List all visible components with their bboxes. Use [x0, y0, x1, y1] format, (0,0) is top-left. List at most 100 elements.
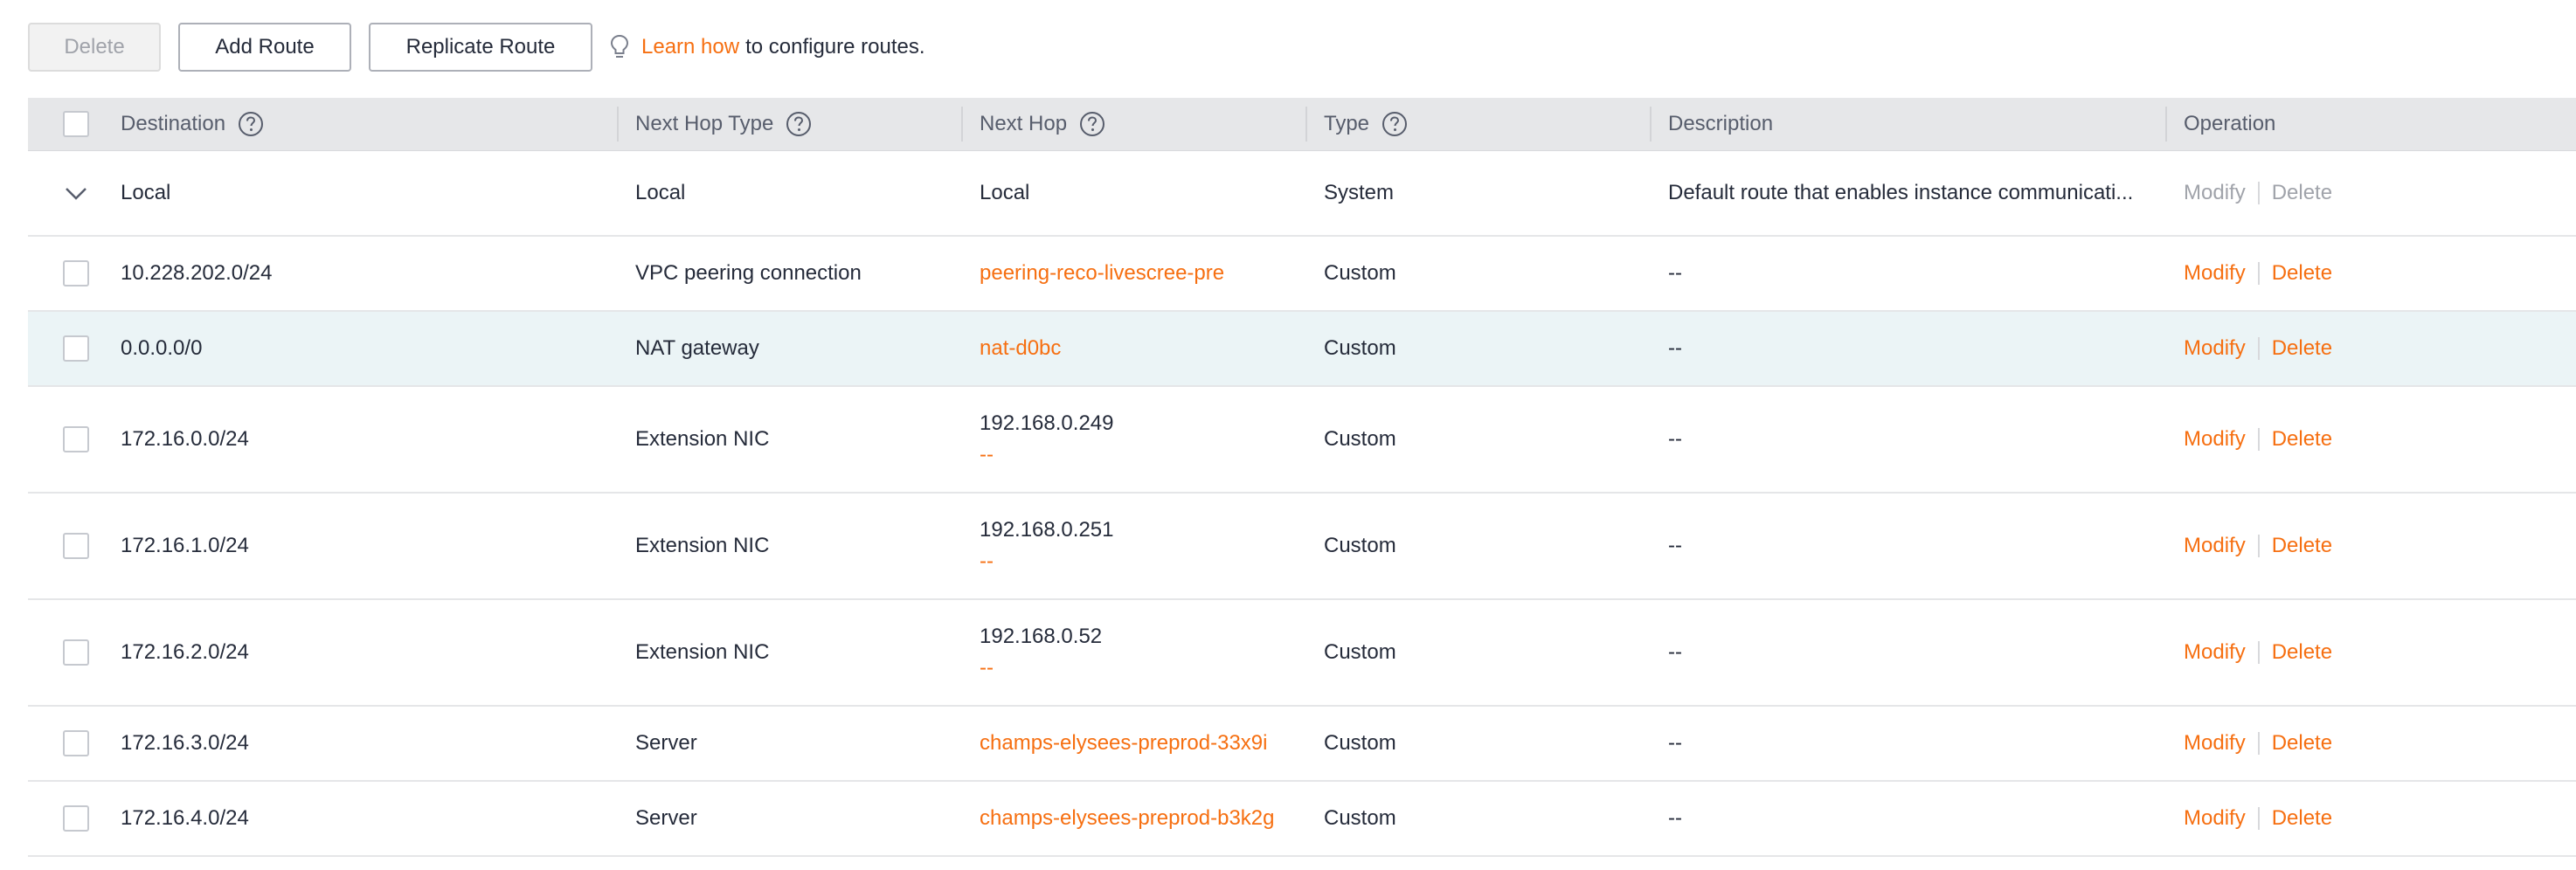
- destination-cell: Local: [121, 181, 171, 204]
- table-row: 172.16.0.0/24 Extension NIC 192.168.0.24…: [28, 387, 2576, 494]
- operation-cell: Modify Delete: [2184, 151, 2332, 235]
- table-row: 172.16.1.0/24 Extension NIC 192.168.0.25…: [28, 494, 2576, 600]
- replicate-route-button[interactable]: Replicate Route: [369, 23, 592, 72]
- type-cell: Custom: [1324, 640, 1396, 664]
- destination-cell: 172.16.1.0/24: [121, 534, 249, 557]
- divider: [2257, 262, 2260, 285]
- divider: [2257, 807, 2260, 830]
- type-cell: Custom: [1324, 261, 1396, 285]
- next-hop-cell: 192.168.0.251 --: [980, 494, 1113, 598]
- destination-cell: 172.16.3.0/24: [121, 731, 249, 755]
- learn-how-link[interactable]: Learn how: [641, 35, 739, 59]
- column-header-destination: Destination: [121, 98, 264, 150]
- next-hop-ip: 192.168.0.52: [980, 625, 1103, 648]
- table-header: Destination Next Hop Type Next Hop Type …: [28, 98, 2576, 151]
- next-hop-link[interactable]: champs-elysees-preprod-b3k2g: [980, 782, 1275, 855]
- modify-link[interactable]: Modify: [2184, 261, 2246, 286]
- next-hop-cell: Local: [980, 181, 1030, 204]
- select-all-checkbox[interactable]: [63, 111, 89, 137]
- toolbar: Delete Add Route Replicate Route Learn h…: [28, 23, 925, 72]
- operation-cell: Modify Delete: [2184, 387, 2332, 492]
- divider: [2257, 732, 2260, 755]
- row-checkbox[interactable]: [63, 730, 89, 756]
- destination-cell: 10.228.202.0/24: [121, 261, 273, 285]
- modify-link[interactable]: Modify: [2184, 731, 2246, 756]
- next-hop-link[interactable]: champs-elysees-preprod-33x9i: [980, 707, 1267, 780]
- row-checkbox[interactable]: [63, 335, 89, 362]
- modify-link[interactable]: Modify: [2184, 427, 2246, 452]
- column-label: Destination: [121, 112, 226, 135]
- route-table: Destination Next Hop Type Next Hop Type …: [28, 98, 2576, 857]
- column-divider: [617, 107, 619, 142]
- column-divider: [1650, 107, 1652, 142]
- description-cell: --: [1668, 427, 1682, 451]
- row-checkbox[interactable]: [63, 805, 89, 832]
- next-hop-type-cell: VPC peering connection: [635, 261, 862, 285]
- description-cell: --: [1668, 806, 1682, 830]
- divider: [2257, 641, 2260, 664]
- description-cell: --: [1668, 261, 1682, 285]
- column-header-next-hop: Next Hop: [980, 98, 1105, 150]
- modify-link[interactable]: Modify: [2184, 534, 2246, 558]
- table-row: Local Local Local System Default route t…: [28, 151, 2576, 237]
- column-header-type: Type: [1324, 98, 1408, 150]
- row-checkbox[interactable]: [63, 426, 89, 452]
- column-label: Operation: [2184, 112, 2276, 135]
- column-header-description: Description: [1668, 98, 1773, 150]
- row-checkbox[interactable]: [63, 533, 89, 559]
- question-circle-icon[interactable]: [1079, 111, 1105, 137]
- delete-link[interactable]: Delete: [2272, 731, 2332, 756]
- delete-link[interactable]: Delete: [2272, 261, 2332, 286]
- next-hop-type-cell: Server: [635, 731, 697, 755]
- delete-link[interactable]: Delete: [2272, 640, 2332, 665]
- divider: [2257, 428, 2260, 451]
- type-cell: System: [1324, 181, 1395, 204]
- lightbulb-icon: [610, 34, 629, 58]
- delete-link[interactable]: Delete: [2272, 806, 2332, 831]
- column-header-operation: Operation: [2184, 98, 2275, 150]
- type-cell: Custom: [1324, 731, 1396, 755]
- modify-link[interactable]: Modify: [2184, 336, 2246, 361]
- type-cell: Custom: [1324, 336, 1396, 360]
- divider: [2257, 535, 2260, 557]
- next-hop-type-cell: Extension NIC: [635, 640, 770, 664]
- divider: [2257, 337, 2260, 360]
- next-hop-secondary: --: [980, 549, 994, 573]
- modify-link[interactable]: Modify: [2184, 806, 2246, 831]
- destination-cell: 172.16.0.0/24: [121, 427, 249, 451]
- column-divider: [1305, 107, 1307, 142]
- operation-cell: Modify Delete: [2184, 237, 2332, 310]
- row-checkbox[interactable]: [63, 260, 89, 287]
- table-row: 10.228.202.0/24 VPC peering connection p…: [28, 237, 2576, 312]
- operation-cell: Modify Delete: [2184, 707, 2332, 780]
- divider: [2257, 182, 2260, 204]
- question-circle-icon[interactable]: [238, 111, 264, 137]
- delete-link: Delete: [2271, 181, 2333, 204]
- next-hop-link[interactable]: nat-d0bc: [980, 312, 1061, 385]
- delete-link[interactable]: Delete: [2272, 336, 2332, 361]
- delete-button[interactable]: Delete: [28, 23, 161, 72]
- column-header-next-hop-type: Next Hop Type: [635, 98, 812, 150]
- description-cell: --: [1668, 640, 1682, 664]
- next-hop-link[interactable]: peering-reco-livescree-pre: [980, 237, 1224, 310]
- table-row: 172.16.2.0/24 Extension NIC 192.168.0.52…: [28, 600, 2576, 707]
- question-circle-icon[interactable]: [1381, 111, 1408, 137]
- next-hop-cell: 192.168.0.249 --: [980, 387, 1113, 492]
- destination-cell: 172.16.2.0/24: [121, 640, 249, 664]
- next-hop-ip: 192.168.0.251: [980, 518, 1114, 542]
- chevron-down-icon[interactable]: [63, 183, 89, 204]
- operation-cell: Modify Delete: [2184, 782, 2332, 855]
- next-hop-secondary: --: [980, 656, 994, 680]
- next-hop-type-cell: Extension NIC: [635, 427, 770, 451]
- column-label: Type: [1324, 112, 1370, 135]
- delete-link[interactable]: Delete: [2272, 427, 2332, 452]
- question-circle-icon[interactable]: [786, 111, 812, 137]
- row-checkbox[interactable]: [63, 639, 89, 666]
- configure-routes-tip: Learn how to configure routes.: [610, 34, 925, 60]
- operation-cell: Modify Delete: [2184, 312, 2332, 385]
- next-hop-type-cell: Server: [635, 806, 697, 830]
- delete-link[interactable]: Delete: [2272, 534, 2332, 558]
- description-cell: Default route that enables instance comm…: [1668, 181, 2134, 204]
- modify-link[interactable]: Modify: [2184, 640, 2246, 665]
- add-route-button[interactable]: Add Route: [178, 23, 351, 72]
